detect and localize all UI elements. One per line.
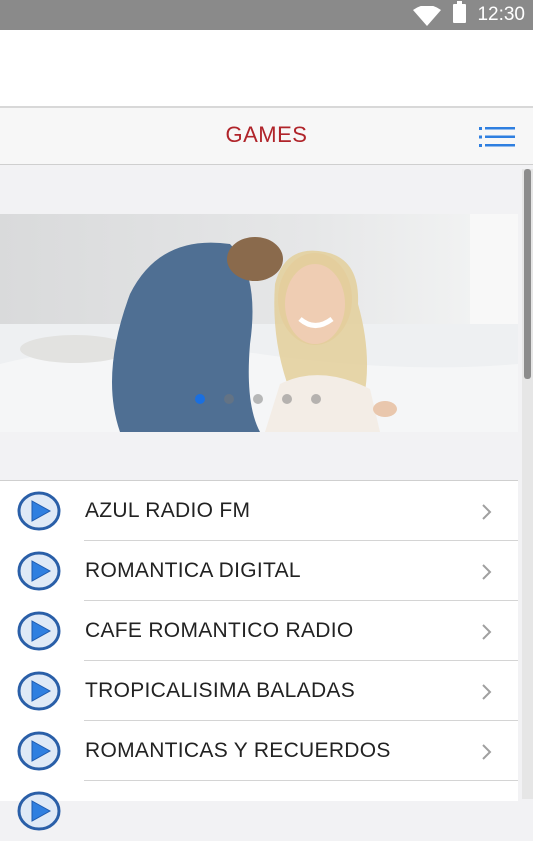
play-icon [17, 491, 61, 531]
station-list: AZUL RADIO FM ROMANTICA DIGITAL CAFE ROM… [0, 480, 518, 831]
list-item[interactable]: CAFE ROMANTICO RADIO [0, 601, 518, 661]
nav-bar: GAMES [0, 108, 533, 165]
play-icon [17, 671, 61, 711]
app-bar [0, 30, 533, 108]
list-item[interactable] [0, 781, 518, 841]
station-label: AZUL RADIO FM [85, 499, 251, 522]
play-icon [17, 551, 61, 591]
carousel-dot[interactable] [311, 394, 321, 404]
carousel-dot[interactable] [224, 394, 234, 404]
list-item[interactable]: AZUL RADIO FM [0, 481, 518, 541]
station-label: CAFE ROMANTICO RADIO [85, 619, 354, 642]
chevron-right-icon [482, 564, 492, 580]
page-title: GAMES [225, 122, 308, 147]
carousel-dot[interactable] [282, 394, 292, 404]
carousel-dot[interactable] [253, 394, 263, 404]
chevron-right-icon [482, 624, 492, 640]
status-bar: 12:30 [0, 0, 533, 30]
wifi-icon [413, 6, 441, 26]
chevron-right-icon [482, 744, 492, 760]
chevron-right-icon [482, 684, 492, 700]
station-label: ROMANTICA DIGITAL [85, 559, 301, 582]
chevron-right-icon [482, 504, 492, 520]
list-item[interactable]: TROPICALISIMA BALADAS [0, 661, 518, 721]
scrollbar-thumb[interactable] [524, 169, 531, 379]
play-icon [17, 791, 61, 831]
play-icon [17, 731, 61, 771]
play-icon [17, 611, 61, 651]
scrollbar[interactable] [522, 169, 533, 799]
battery-icon [453, 1, 466, 23]
station-label: TROPICALISIMA BALADAS [85, 679, 356, 702]
carousel-dot-active[interactable] [195, 394, 205, 404]
station-label: ROMANTICAS Y RECUERDOS [85, 739, 391, 762]
list-menu-icon[interactable] [479, 125, 515, 149]
list-item[interactable]: ROMANTICAS Y RECUERDOS [0, 721, 518, 781]
status-time: 12:30 [477, 4, 525, 25]
list-item[interactable]: ROMANTICA DIGITAL [0, 541, 518, 601]
